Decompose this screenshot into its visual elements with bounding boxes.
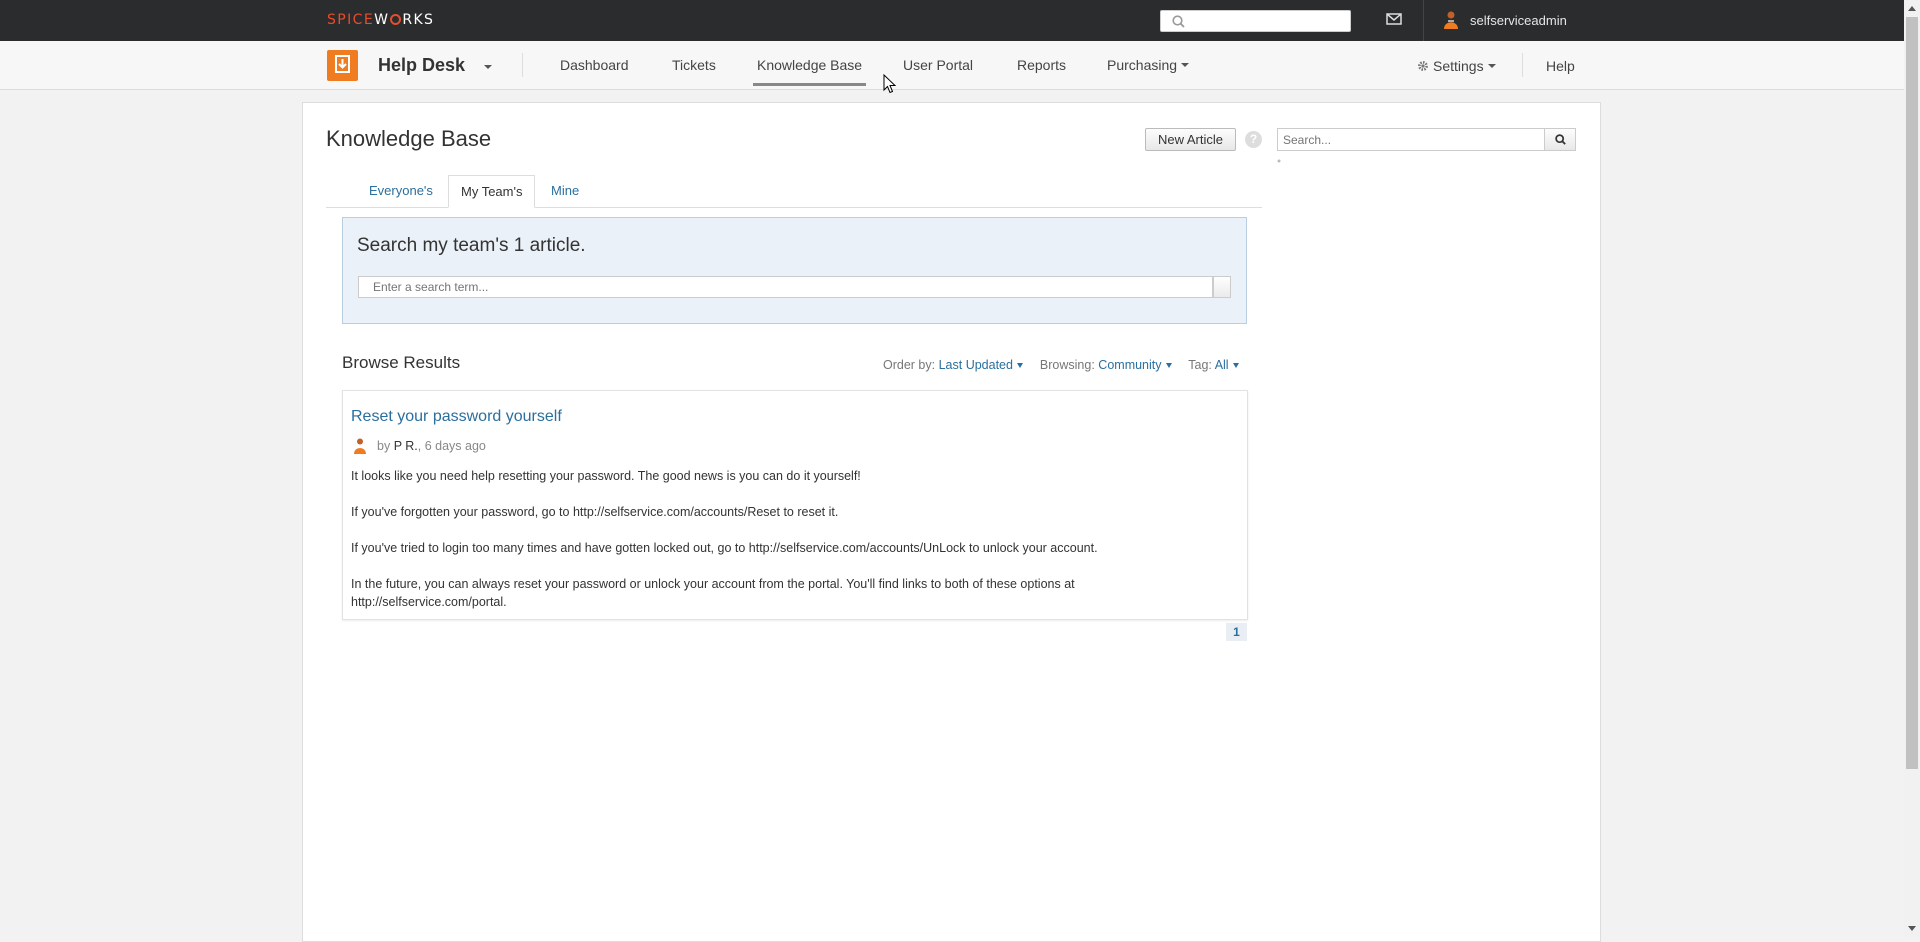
loading-indicator-icon xyxy=(1277,159,1281,163)
nav-dashboard[interactable]: Dashboard xyxy=(560,57,629,73)
chevron-down-icon xyxy=(1181,63,1190,67)
side-search-button[interactable] xyxy=(1545,128,1576,151)
download-arrow-icon xyxy=(335,55,350,73)
nav-knowledge-base[interactable]: Knowledge Base xyxy=(752,57,867,86)
logo-text-rks: RKS xyxy=(402,12,435,28)
help-link[interactable]: Help xyxy=(1546,58,1575,74)
browse-results-heading: Browse Results xyxy=(342,353,461,372)
nav-divider xyxy=(522,53,523,77)
nav-purchasing[interactable]: Purchasing xyxy=(1107,57,1190,73)
article-by: by xyxy=(377,439,391,453)
article-paragraph: If you've tried to login too many times … xyxy=(351,541,1098,555)
gear-icon xyxy=(1418,61,1428,71)
article-age: , 6 days ago xyxy=(417,439,486,453)
article-paragraph: If you've forgotten your password, go to… xyxy=(351,505,839,519)
app-switcher-caret-icon[interactable] xyxy=(484,65,492,69)
nav-user-portal[interactable]: User Portal xyxy=(903,57,973,73)
browsing-label: Browsing: xyxy=(1039,358,1095,372)
logo-text-spice: SPICE xyxy=(327,12,375,28)
page-scrollbar[interactable] xyxy=(1904,0,1920,937)
pagination-current-page[interactable]: 1 xyxy=(1226,623,1247,641)
chevron-down-icon xyxy=(1165,363,1172,368)
browsing-dropdown[interactable]: Community xyxy=(1098,358,1172,372)
article-paragraph: In the future, you can always reset your… xyxy=(351,577,1075,609)
logo-ring-icon xyxy=(390,14,402,25)
chevron-down-icon xyxy=(1487,64,1496,68)
chevron-down-icon xyxy=(1232,363,1239,368)
nav-tickets[interactable]: Tickets xyxy=(672,57,716,73)
settings-label: Settings xyxy=(1433,58,1484,74)
kb-search-heading: Search my team's 1 article. xyxy=(357,235,586,256)
logo-text-w: W xyxy=(374,12,390,28)
article-title-link[interactable]: Reset your password yourself xyxy=(351,408,562,426)
kb-search-field[interactable] xyxy=(358,276,1213,298)
kb-search-panel xyxy=(342,217,1247,324)
order-by-value: Last Updated xyxy=(938,358,1013,372)
nav-purchasing-label: Purchasing xyxy=(1107,57,1178,73)
tab-my-teams[interactable]: My Team's xyxy=(448,175,536,208)
top-bar: SPICEW RKS selfserviceadmin xyxy=(0,0,1904,41)
nav-bar: Help Desk Dashboard Tickets Knowledge Ba… xyxy=(0,41,1904,90)
order-by-label: Order by: xyxy=(883,358,936,372)
app-title[interactable]: Help Desk xyxy=(378,55,465,76)
mail-icon[interactable] xyxy=(1386,12,1402,26)
settings-menu[interactable]: Settings xyxy=(1417,58,1496,74)
tab-mine[interactable]: Mine xyxy=(551,183,579,198)
side-search[interactable] xyxy=(1277,128,1545,151)
page-title: Knowledge Base xyxy=(326,126,492,151)
help-desk-app-icon[interactable] xyxy=(327,50,358,81)
global-search[interactable] xyxy=(1160,10,1351,32)
nav-reports[interactable]: Reports xyxy=(1017,57,1066,73)
author-avatar-icon xyxy=(354,438,366,454)
spiceworks-logo[interactable]: SPICEW RKS xyxy=(327,12,435,28)
global-search-input[interactable] xyxy=(1191,13,1345,31)
kb-search-input[interactable] xyxy=(359,277,1195,297)
new-article-button[interactable]: New Article xyxy=(1145,128,1236,151)
article-author[interactable]: P R. xyxy=(394,439,418,453)
tab-everyones[interactable]: Everyone's xyxy=(369,183,433,198)
article-paragraph: It looks like you need help resetting yo… xyxy=(351,469,861,483)
user-menu[interactable]: selfserviceadmin xyxy=(1442,10,1567,30)
scrollbar-thumb[interactable] xyxy=(1906,17,1918,769)
side-search-input[interactable] xyxy=(1278,129,1543,150)
kb-search-button[interactable] xyxy=(1213,276,1231,298)
nav-divider xyxy=(1522,53,1523,77)
article-meta: by P R., 6 days ago xyxy=(353,437,486,455)
topbar-divider xyxy=(1423,0,1424,41)
browse-filters: Order by: Last Updated Browsing: Communi… xyxy=(883,358,1239,372)
help-tooltip-icon[interactable]: ? xyxy=(1245,131,1262,148)
user-avatar-icon xyxy=(1444,11,1458,29)
username: selfserviceadmin xyxy=(1470,12,1567,28)
search-icon xyxy=(1555,134,1566,145)
mouse-cursor-icon xyxy=(883,74,897,94)
chevron-down-icon xyxy=(1016,363,1023,368)
scroll-down-arrow-icon[interactable] xyxy=(1908,926,1916,931)
search-icon xyxy=(1172,15,1185,28)
order-by-dropdown[interactable]: Last Updated xyxy=(939,358,1023,372)
browsing-value: Community xyxy=(1098,358,1162,372)
tag-label: Tag: xyxy=(1188,358,1212,372)
tag-dropdown[interactable]: All xyxy=(1215,358,1239,372)
scroll-up-arrow-icon[interactable] xyxy=(1908,6,1916,11)
tag-value: All xyxy=(1214,358,1229,372)
